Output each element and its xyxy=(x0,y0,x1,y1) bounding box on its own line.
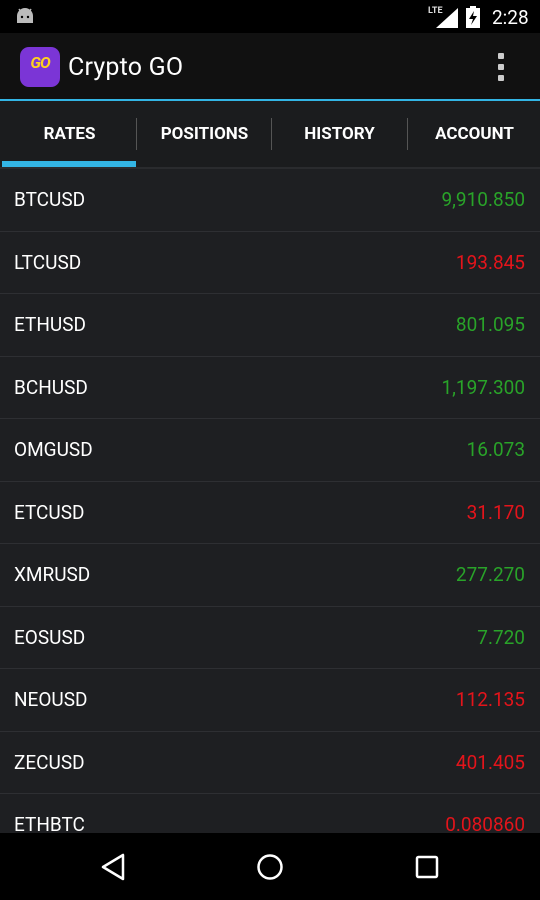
app-title: Crypto GO xyxy=(68,53,184,82)
rate-symbol: OMGUSD xyxy=(14,438,93,461)
rate-symbol: BCHUSD xyxy=(14,375,88,399)
list-item[interactable]: XMRUSD 277.270 xyxy=(0,544,540,607)
navigation-bar xyxy=(0,833,540,900)
tab-positions[interactable]: POSITIONS xyxy=(137,101,272,167)
action-bar: GO Crypto GO xyxy=(0,33,540,101)
rate-symbol: LTCUSD xyxy=(14,250,82,274)
selected-tab-indicator xyxy=(2,161,136,167)
list-item[interactable]: ETCUSD 31.170 xyxy=(0,482,540,544)
tab-bar: RATES POSITIONS HISTORY ACCOUNT xyxy=(0,101,540,169)
recents-icon[interactable] xyxy=(407,849,447,885)
android-icon xyxy=(17,8,33,23)
rate-value: 16.073 xyxy=(466,438,525,461)
list-item[interactable]: NEOUSD 112.135 xyxy=(0,669,540,732)
tab-rates[interactable]: RATES xyxy=(2,101,137,167)
rate-symbol: XMRUSD xyxy=(14,563,91,586)
rate-value: 193.845 xyxy=(455,250,525,274)
app-logo: GO xyxy=(20,47,60,87)
rate-symbol: BTCUSD xyxy=(14,188,86,211)
rate-value: 7.720 xyxy=(477,625,525,649)
rate-value: 401.405 xyxy=(455,750,525,774)
rate-symbol: NEOUSD xyxy=(14,688,88,711)
rate-symbol: ETCUSD xyxy=(14,500,85,524)
list-item[interactable]: EOSUSD 7.720 xyxy=(0,607,540,669)
app-logo-text: GO xyxy=(30,53,50,72)
rate-value: 31.170 xyxy=(466,500,525,524)
tab-history[interactable]: HISTORY xyxy=(272,101,407,167)
battery-charging-icon xyxy=(466,6,480,28)
list-item[interactable]: BCHUSD 1,197.300 xyxy=(0,357,540,419)
signal-icon xyxy=(436,8,458,28)
clock: 2:28 xyxy=(492,6,529,29)
rate-value: 9,910.850 xyxy=(441,188,526,211)
home-icon[interactable] xyxy=(250,849,290,885)
rate-value: 801.095 xyxy=(455,313,525,336)
list-item[interactable]: ETHUSD 801.095 xyxy=(0,294,540,357)
overflow-menu-icon[interactable] xyxy=(484,47,518,87)
list-item[interactable]: ETHBTC 0.080860 xyxy=(0,794,540,833)
rate-symbol: ZECUSD xyxy=(14,750,85,774)
list-item[interactable]: ZECUSD 401.405 xyxy=(0,732,540,794)
list-item[interactable]: BTCUSD 9,910.850 xyxy=(0,169,540,232)
back-icon[interactable] xyxy=(93,849,133,885)
list-item[interactable]: LTCUSD 193.845 xyxy=(0,232,540,294)
status-bar: LTE 2:28 xyxy=(0,0,540,33)
rate-value: 0.080860 xyxy=(445,813,525,833)
rate-symbol: EOSUSD xyxy=(14,625,86,649)
rate-symbol: ETHUSD xyxy=(14,313,86,336)
tab-account[interactable]: ACCOUNT xyxy=(407,101,540,167)
rate-value: 1,197.300 xyxy=(441,375,526,399)
rate-value: 112.135 xyxy=(455,688,525,711)
rate-value: 277.270 xyxy=(455,563,525,586)
list-item[interactable]: OMGUSD 16.073 xyxy=(0,419,540,482)
rate-symbol: ETHBTC xyxy=(14,813,85,833)
rates-list[interactable]: BTCUSD 9,910.850 LTCUSD 193.845 ETHUSD 8… xyxy=(0,169,540,833)
